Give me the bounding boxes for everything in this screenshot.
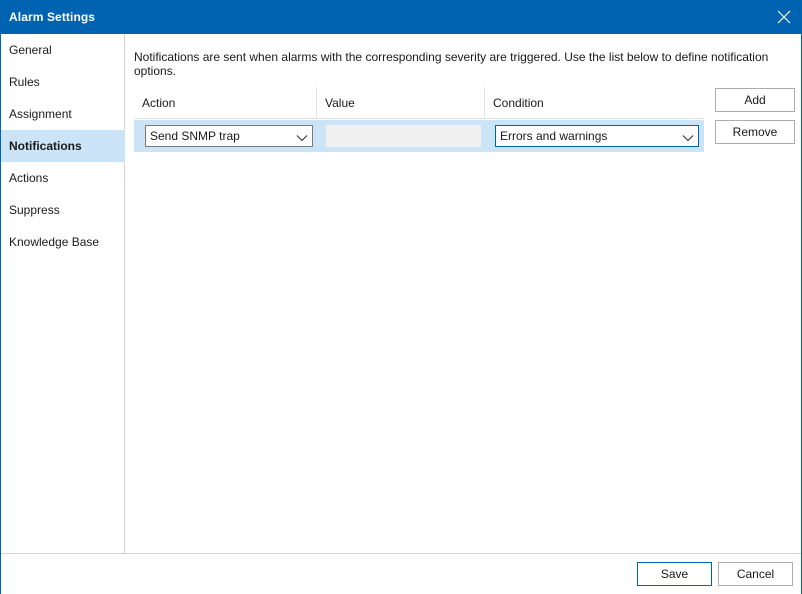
chevron-down-icon: [296, 130, 308, 142]
condition-dropdown-value: Errors and warnings: [500, 129, 608, 143]
action-dropdown-value: Send SNMP trap: [150, 129, 240, 143]
close-icon[interactable]: [777, 10, 791, 24]
notifications-description: Notifications are sent when alarms with …: [134, 50, 769, 78]
column-header-action[interactable]: Action: [134, 87, 317, 119]
table-row[interactable]: Send SNMP trap Errors and warnings: [134, 120, 704, 152]
column-header-value[interactable]: Value: [317, 87, 485, 119]
sidebar-item-knowledge-base[interactable]: Knowledge Base: [1, 226, 125, 258]
title-bar: Alarm Settings: [1, 1, 801, 34]
value-field[interactable]: [326, 125, 481, 147]
sidebar-item-actions[interactable]: Actions: [1, 162, 125, 194]
sidebar-nav: General Rules Assignment Notifications A…: [1, 34, 125, 553]
cancel-button[interactable]: Cancel: [718, 562, 793, 586]
chevron-down-icon: [682, 130, 694, 142]
alarm-settings-window: Alarm Settings General Rules Assignment …: [0, 0, 802, 594]
sidebar-item-general[interactable]: General: [1, 34, 125, 66]
sidebar-item-rules[interactable]: Rules: [1, 66, 125, 98]
column-header-condition[interactable]: Condition: [485, 87, 704, 119]
save-button[interactable]: Save: [637, 562, 712, 586]
sidebar-item-notifications[interactable]: Notifications: [1, 130, 125, 162]
dialog-footer: Save Cancel: [1, 553, 801, 594]
add-button[interactable]: Add: [715, 88, 795, 112]
condition-dropdown[interactable]: Errors and warnings: [495, 125, 699, 147]
sidebar-item-suppress[interactable]: Suppress: [1, 194, 125, 226]
table-header: Action Value Condition: [134, 87, 704, 119]
action-dropdown[interactable]: Send SNMP trap: [145, 125, 313, 147]
remove-button[interactable]: Remove: [715, 120, 795, 144]
notifications-panel: Notifications are sent when alarms with …: [126, 34, 801, 553]
sidebar-item-assignment[interactable]: Assignment: [1, 98, 125, 130]
window-title: Alarm Settings: [9, 10, 96, 24]
